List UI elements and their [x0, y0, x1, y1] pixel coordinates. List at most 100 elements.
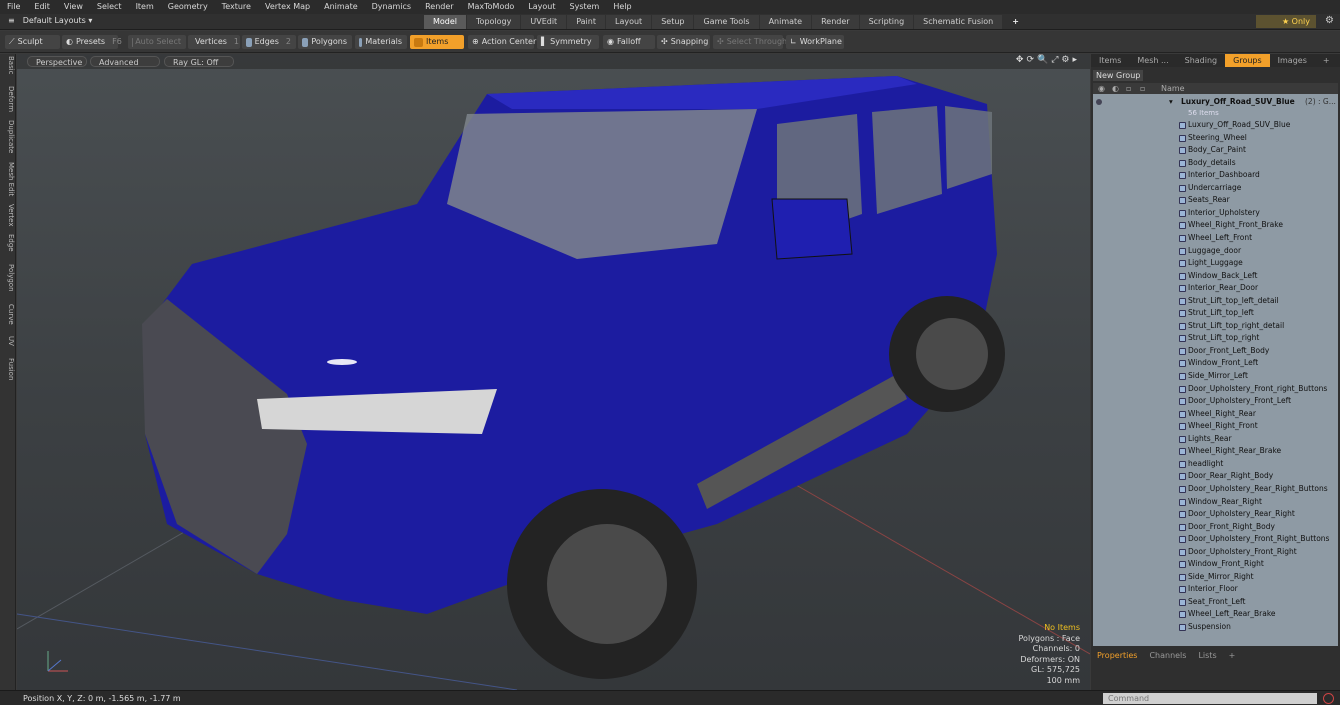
falloff-button[interactable]: ◉ Falloff	[603, 35, 655, 49]
presets-button[interactable]: ◐ Presets F6	[62, 35, 122, 49]
lower-tab-lists[interactable]: Lists	[1192, 650, 1222, 662]
list-item[interactable]: Body_Car_Paint	[1093, 144, 1338, 157]
only-toggle[interactable]: ★ Only	[1256, 15, 1316, 28]
left-tab-deform[interactable]: Deform	[1, 86, 15, 112]
command-run-icon[interactable]	[1323, 693, 1334, 704]
list-item[interactable]: Strut_Lift_top_left_detail	[1093, 295, 1338, 308]
gear-icon[interactable]: ⚙	[1325, 15, 1334, 26]
view-perspective-button[interactable]: Perspective	[27, 56, 87, 67]
left-tab-basic[interactable]: Basic	[1, 56, 15, 75]
list-item[interactable]: Door_Upholstery_Front_Right	[1093, 546, 1338, 559]
list-item[interactable]: Interior_Upholstery	[1093, 207, 1338, 220]
materials-button[interactable]: Materials	[355, 35, 407, 49]
list-item[interactable]: Door_Front_Right_Body	[1093, 521, 1338, 534]
list-item[interactable]: Wheel_Right_Front_Brake	[1093, 219, 1338, 232]
raygl-button[interactable]: Ray GL: Off	[164, 56, 234, 67]
list-item[interactable]: Luggage_door	[1093, 245, 1338, 258]
list-item[interactable]: Door_Upholstery_Rear_Right_Buttons	[1093, 483, 1338, 496]
left-tab-mesh-edit[interactable]: Mesh Edit	[1, 162, 15, 196]
visibility-icon[interactable]	[1096, 99, 1102, 105]
list-item[interactable]: Steering_Wheel	[1093, 132, 1338, 145]
panel-tab-mesh[interactable]: Mesh ...	[1129, 54, 1176, 67]
list-item[interactable]: Luxury_Off_Road_SUV_Blue	[1093, 119, 1338, 132]
new-group-button[interactable]: New Group	[1093, 70, 1143, 81]
left-tab-curve[interactable]: Curve	[1, 304, 15, 325]
tab-render[interactable]: Render	[812, 15, 859, 29]
list-item[interactable]: Side_Mirror_Right	[1093, 571, 1338, 584]
list-item[interactable]: Light_Luggage	[1093, 257, 1338, 270]
left-tab-vertex[interactable]: Vertex	[1, 204, 15, 227]
list-item[interactable]: Strut_Lift_top_right_detail	[1093, 320, 1338, 333]
menu-item-layout[interactable]: Layout	[521, 0, 562, 14]
select-through-button[interactable]: ✣ Select Through	[713, 35, 787, 49]
tab-paint[interactable]: Paint	[567, 15, 605, 29]
menu-item-edit[interactable]: Edit	[27, 0, 57, 14]
list-item[interactable]: Door_Upholstery_Front_Right_Buttons	[1093, 533, 1338, 546]
list-item[interactable]: Wheel_Right_Rear_Brake	[1093, 445, 1338, 458]
list-item[interactable]: Window_Rear_Right	[1093, 496, 1338, 509]
panel-tab-images[interactable]: Images	[1270, 54, 1315, 67]
auto-select-button[interactable]: Auto Select	[128, 35, 186, 49]
tab-uvedit[interactable]: UVEdit	[521, 15, 567, 29]
list-item[interactable]: Door_Upholstery_Front_Left	[1093, 395, 1338, 408]
suv-model[interactable]	[142, 76, 1005, 679]
list-item[interactable]: Wheel_Left_Rear_Brake	[1093, 608, 1338, 621]
viewport-nav-icons[interactable]: ✥⟳🔍⤢⚙▸	[1016, 55, 1080, 65]
list-item[interactable]: Door_Upholstery_Front_right_Buttons	[1093, 383, 1338, 396]
list-item[interactable]: Interior_Dashboard	[1093, 169, 1338, 182]
workplane-button[interactable]: ∟ WorkPlane	[786, 35, 844, 49]
command-input[interactable]: Command	[1103, 693, 1317, 704]
snapping-button[interactable]: ✣ Snapping	[657, 35, 710, 49]
menu-item-maxtomodo[interactable]: MaxToModo	[461, 0, 522, 14]
left-tab-fusion[interactable]: Fusion	[1, 358, 15, 380]
3d-viewport[interactable]: Perspective Advanced Ray GL: Off ✥⟳🔍⤢⚙▸ …	[17, 54, 1090, 690]
tab-animate[interactable]: Animate	[759, 15, 812, 29]
menu-item-vertex-map[interactable]: Vertex Map	[258, 0, 317, 14]
list-item[interactable]: Strut_Lift_top_right	[1093, 332, 1338, 345]
list-item[interactable]: Strut_Lift_top_left	[1093, 307, 1338, 320]
list-item[interactable]: Interior_Floor	[1093, 583, 1338, 596]
tab-layout[interactable]: Layout	[605, 15, 652, 29]
menu-item-system[interactable]: System	[563, 0, 607, 14]
tab-model[interactable]: Model	[424, 15, 467, 29]
tab-topology[interactable]: Topology	[467, 15, 521, 29]
list-item[interactable]: headlight	[1093, 458, 1338, 471]
menu-item-render[interactable]: Render	[418, 0, 460, 14]
sculpt-button[interactable]: ⟋ Sculpt	[5, 35, 60, 49]
shading-advanced-button[interactable]: Advanced	[90, 56, 160, 67]
list-item[interactable]: Window_Front_Right	[1093, 558, 1338, 571]
left-tab-edge[interactable]: Edge	[1, 234, 15, 252]
menu-item-geometry[interactable]: Geometry	[161, 0, 215, 14]
list-item[interactable]: Undercarriage	[1093, 182, 1338, 195]
menu-item-select[interactable]: Select	[90, 0, 129, 14]
list-item[interactable]: Seat_Front_Left	[1093, 596, 1338, 609]
list-item[interactable]: Door_Upholstery_Rear_Right	[1093, 508, 1338, 521]
list-item[interactable]: Suspension	[1093, 621, 1338, 634]
menu-item-item[interactable]: Item	[129, 0, 161, 14]
list-item[interactable]: Wheel_Left_Front	[1093, 232, 1338, 245]
list-item[interactable]: Interior_Rear_Door	[1093, 282, 1338, 295]
panel-tab-add[interactable]: +	[1315, 54, 1338, 67]
list-item[interactable]: Window_Back_Left	[1093, 270, 1338, 283]
menu-item-texture[interactable]: Texture	[215, 0, 258, 14]
tab-setup[interactable]: Setup	[652, 15, 694, 29]
panel-tab-shading[interactable]: Shading	[1177, 54, 1226, 67]
lower-tab-properties[interactable]: Properties	[1091, 650, 1143, 662]
menu-item-view[interactable]: View	[57, 0, 90, 14]
list-item[interactable]: Door_Rear_Right_Body	[1093, 470, 1338, 483]
tab-scripting[interactable]: Scripting	[859, 15, 914, 29]
panel-tab-groups[interactable]: Groups	[1225, 54, 1270, 67]
vertices-button[interactable]: Vertices 1	[188, 35, 240, 49]
list-item[interactable]: Body_details	[1093, 157, 1338, 170]
lower-tab-channels[interactable]: Channels	[1143, 650, 1192, 662]
menu-item-help[interactable]: Help	[606, 0, 638, 14]
left-tab-uv[interactable]: UV	[1, 336, 15, 346]
symmetry-button[interactable]: ▌ Symmetry	[537, 35, 599, 49]
tab-add[interactable]: +	[1003, 15, 1028, 29]
list-item[interactable]: Side_Mirror_Left	[1093, 370, 1338, 383]
list-item[interactable]: Window_Front_Left	[1093, 357, 1338, 370]
menu-item-animate[interactable]: Animate	[317, 0, 365, 14]
left-tab-duplicate[interactable]: Duplicate	[1, 120, 15, 153]
menu-item-dynamics[interactable]: Dynamics	[365, 0, 418, 14]
edges-button[interactable]: Edges 2	[242, 35, 296, 49]
